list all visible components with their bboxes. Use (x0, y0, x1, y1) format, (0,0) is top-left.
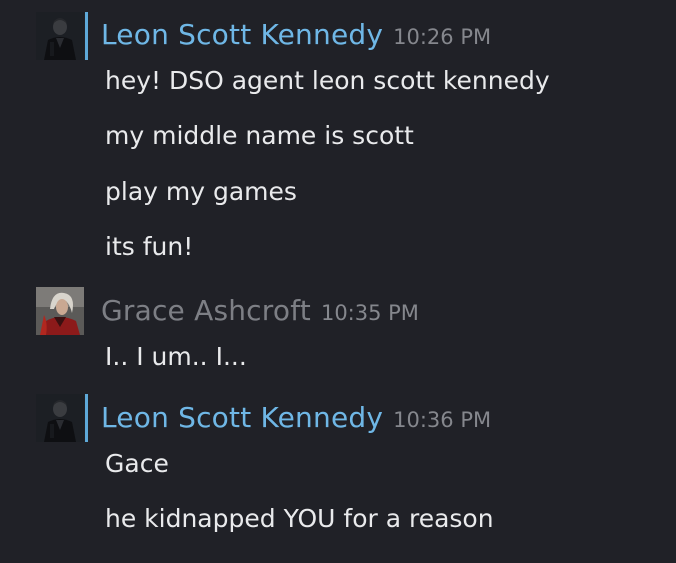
timestamp: 10:35 PM (320, 301, 419, 325)
message-text: play my games (105, 177, 297, 206)
online-status-bar (85, 394, 88, 442)
username[interactable]: Leon Scott Kennedy (101, 18, 383, 51)
message-header: Leon Scott Kennedy 10:36 PM (101, 401, 491, 434)
message-text: its fun! (105, 232, 194, 261)
grace-avatar-icon (36, 287, 84, 335)
avatar-leon[interactable] (36, 12, 84, 60)
leon-avatar-icon (36, 394, 84, 442)
message-text: my middle name is scott (105, 121, 414, 150)
message-text: he kidnapped YOU for a reason (105, 504, 494, 533)
message-header: Leon Scott Kennedy 10:26 PM (101, 18, 491, 51)
avatar-grace[interactable] (36, 287, 84, 335)
avatar-leon[interactable] (36, 394, 84, 442)
leon-avatar-icon (36, 12, 84, 60)
timestamp: 10:26 PM (393, 25, 492, 49)
message-text: Gace (105, 449, 169, 478)
message-text: I.. I um.. I... (105, 342, 247, 371)
timestamp: 10:36 PM (393, 408, 492, 432)
username[interactable]: Leon Scott Kennedy (101, 401, 383, 434)
username[interactable]: Grace Ashcroft (101, 294, 311, 327)
message-header: Grace Ashcroft 10:35 PM (101, 294, 419, 327)
message-text: hey! DSO agent leon scott kennedy (105, 66, 550, 95)
online-status-bar (85, 12, 88, 60)
